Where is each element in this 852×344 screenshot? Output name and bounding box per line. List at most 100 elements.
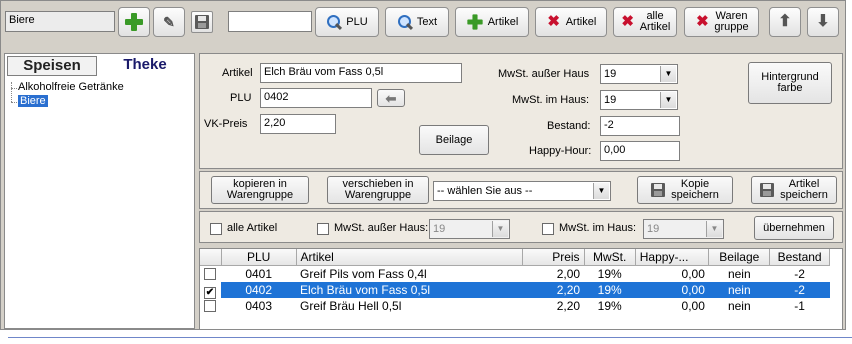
left-panel: Speisen Theke Alkoholfreie Getränke Bier… <box>4 53 195 329</box>
delete-icon: ✖ <box>621 13 634 30</box>
tree-view: Alkoholfreie Getränke Biere <box>9 80 189 120</box>
delete-icon: ✖ <box>696 13 709 30</box>
header-preis[interactable]: Preis <box>522 249 585 266</box>
search-plu-label: PLU <box>346 15 368 28</box>
row-checkbox[interactable] <box>204 267 216 280</box>
mwst-im-filter-checkbox[interactable] <box>542 223 554 235</box>
row-checkbox[interactable] <box>204 299 216 312</box>
disk-icon <box>760 183 775 197</box>
kopieren-button[interactable]: kopieren in Warengruppe <box>211 176 309 204</box>
delete-group-label: Waren gruppe <box>714 10 749 33</box>
delete-all-button[interactable]: ✖ alle Artikel <box>613 7 677 37</box>
mwst-ausser-filter-label: MwSt. außer Haus: <box>334 222 429 234</box>
artikel-input[interactable]: Elch Bräu vom Fass 0,5l <box>260 63 462 83</box>
delete-group-button[interactable]: ✖ Waren gruppe <box>684 7 759 37</box>
alle-artikel-checkbox[interactable] <box>210 223 222 235</box>
hintergrund-farbe-button[interactable]: Hintergrund farbe <box>748 62 832 104</box>
mwst-ausser-value: 19 <box>604 68 617 80</box>
tree-connector <box>11 102 17 103</box>
warengruppe-value: -- wählen Sie aus -- <box>437 185 533 197</box>
article-grid: PLU Artikel Preis MwSt. Happy-... Beilag… <box>200 249 830 314</box>
filter-row: alle Artikel MwSt. außer Haus: 19 ▼ MwSt.… <box>199 211 843 243</box>
save-group-button[interactable] <box>191 11 213 33</box>
header-check-cell <box>200 249 222 266</box>
article-table: PLU Artikel Preis MwSt. Happy-... Beilag… <box>199 248 843 329</box>
plu-back-button[interactable]: ⬅ <box>377 89 405 107</box>
delete-article-label: Artikel <box>565 15 597 28</box>
kopie-speichern-button[interactable]: Kopie speichern <box>637 176 733 204</box>
mwst-ausser-label: MwSt. außer Haus <box>498 68 590 80</box>
tree-item[interactable]: Alkoholfreie Getränke <box>18 81 124 93</box>
add-group-button[interactable] <box>118 7 150 37</box>
table-row[interactable]: 0401 Greif Pils vom Fass 0,4l 2,00 19% 0… <box>200 266 830 283</box>
header-mwst[interactable]: MwSt. <box>584 249 636 266</box>
artikel-label: Artikel <box>222 67 253 79</box>
header-bestand[interactable]: Bestand <box>769 249 830 266</box>
dropdown-arrow-icon: ▼ <box>706 221 722 237</box>
move-down-button[interactable]: ⬇ <box>807 7 839 37</box>
search-input[interactable] <box>228 11 312 32</box>
tab-speisen[interactable]: Speisen <box>7 56 97 76</box>
mwst-ausser-filter-select[interactable]: 19 ▼ <box>429 219 510 239</box>
mwst-ausser-filter-value: 19 <box>433 223 446 235</box>
header-beilage[interactable]: Beilage <box>708 249 771 266</box>
bottom-divider <box>8 337 852 338</box>
search-plu-button[interactable]: PLU <box>315 7 379 37</box>
header-plu[interactable]: PLU <box>221 249 297 266</box>
happy-hour-label: Happy-Hour: <box>529 145 592 157</box>
dropdown-arrow-icon: ▼ <box>593 183 609 199</box>
verschieben-button[interactable]: verschieben in Warengruppe <box>327 176 429 204</box>
cell-beilage: nein <box>727 299 751 313</box>
alle-artikel-label: alle Artikel <box>227 222 278 234</box>
plu-input[interactable]: 0402 <box>260 88 372 108</box>
search-icon <box>326 14 342 30</box>
search-text-label: Text <box>416 15 438 28</box>
row-checkbox-cell[interactable] <box>200 298 221 314</box>
add-article-label: Artikel <box>487 15 519 28</box>
plu-label: PLU <box>230 92 252 104</box>
arrow-left-icon: ⬅ <box>385 90 397 106</box>
actions-row: kopieren in Warengruppe verschieben in W… <box>199 171 843 209</box>
mwst-ausser-select[interactable]: 19 ▼ <box>600 64 678 84</box>
happy-hour-input[interactable]: 0,00 <box>600 141 680 161</box>
add-article-button[interactable]: Artikel <box>455 7 529 37</box>
beilage-button[interactable]: Beilage <box>419 125 489 155</box>
vk-preis-label: VK-Preis <box>204 118 248 130</box>
row-checkbox-cell[interactable] <box>200 266 221 283</box>
mwst-im-select[interactable]: 19 ▼ <box>600 90 678 110</box>
cell-happy: 0,00 <box>681 267 705 281</box>
table-row[interactable]: 0403 Greif Bräu Hell 0,5l 2,20 19% 0,00 … <box>200 298 830 314</box>
header-artikel[interactable]: Artikel <box>296 249 523 266</box>
move-up-button[interactable]: ⬆ <box>769 7 801 37</box>
table-row-selected[interactable]: ✔ 0402 Elch Bräu vom Fass 0,5l 2,20 19% … <box>200 282 830 299</box>
tree-item-selected[interactable]: Biere <box>18 95 48 107</box>
warengruppe-select[interactable]: -- wählen Sie aus -- ▼ <box>433 181 611 201</box>
cell-mwst: 19% <box>597 299 622 313</box>
artikel-speichern-button[interactable]: Artikel speichern <box>751 176 837 204</box>
row-checkbox-cell[interactable]: ✔ <box>200 282 222 299</box>
vk-preis-input[interactable]: 2,20 <box>260 114 336 134</box>
uebernehmen-button[interactable]: übernehmen <box>754 216 834 240</box>
mwst-ausser-filter-checkbox[interactable] <box>317 223 329 235</box>
delete-all-label: alle Artikel <box>639 10 671 33</box>
cell-mwst: 19% <box>597 267 622 281</box>
header-happy[interactable]: Happy-... <box>635 249 710 266</box>
bestand-label: Bestand: <box>547 120 591 132</box>
search-text-button[interactable]: Text <box>385 7 449 37</box>
article-form: Artikel Elch Bräu vom Fass 0,5l PLU 0402… <box>199 53 843 169</box>
cell-preis: 2,20 <box>556 299 581 313</box>
group-field[interactable]: Biere <box>5 11 115 32</box>
cell-preis: 2,00 <box>556 267 581 281</box>
artikel-speichern-label: Artikel speichern <box>780 178 828 201</box>
cell-bestand: -2 <box>769 282 830 298</box>
plus-icon <box>467 14 483 30</box>
cell-artikel: Greif Pils vom Fass 0,4l <box>300 267 427 281</box>
dropdown-arrow-icon: ▼ <box>660 66 676 82</box>
mwst-im-label: MwSt. im Haus: <box>512 94 590 106</box>
bestand-input[interactable]: -2 <box>600 116 680 136</box>
delete-article-button[interactable]: ✖ Artikel <box>535 7 607 37</box>
tab-theke[interactable]: Theke <box>100 56 190 76</box>
edit-group-button[interactable]: ✎ <box>153 7 185 37</box>
mwst-im-filter-select[interactable]: 19 ▼ <box>643 219 724 239</box>
row-checkbox-checked[interactable]: ✔ <box>204 286 216 299</box>
